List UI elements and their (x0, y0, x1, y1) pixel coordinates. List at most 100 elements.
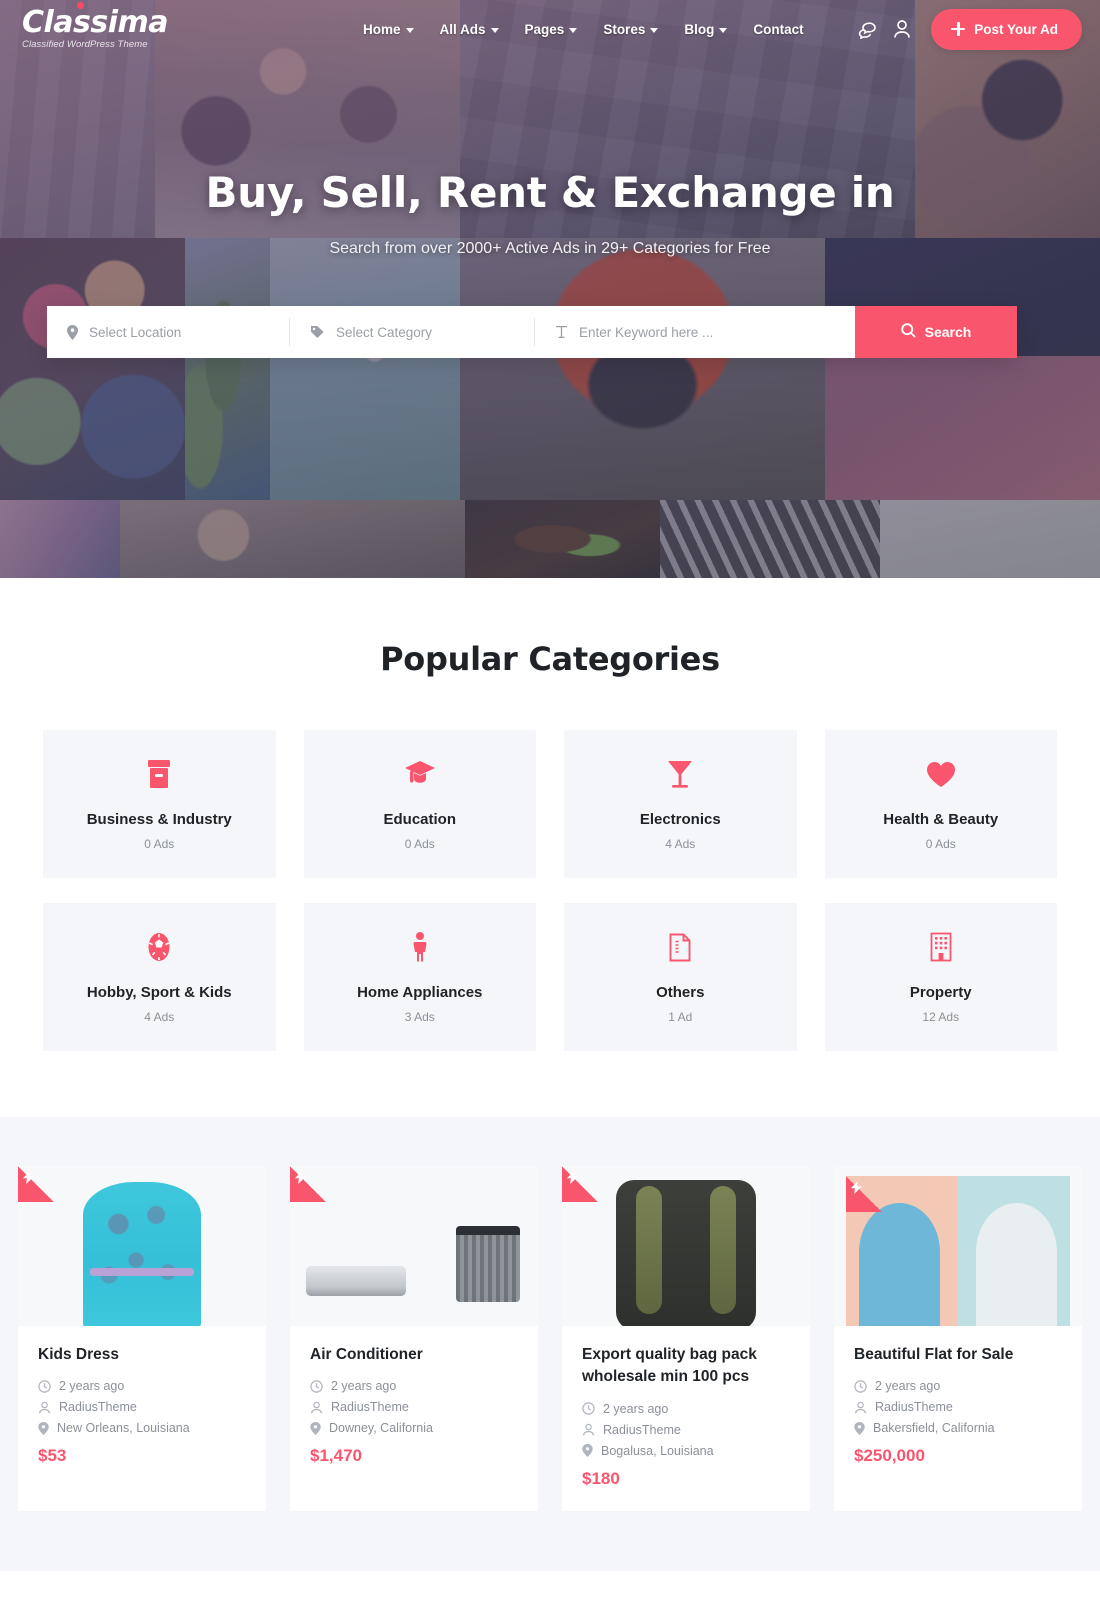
person-icon (411, 930, 429, 964)
tag-icon (310, 325, 325, 339)
category-name: Property (909, 984, 972, 1001)
nav-label: Blog (684, 21, 715, 37)
nav-item-blog[interactable]: Blog (684, 21, 728, 37)
nav-label: Home (363, 21, 401, 37)
text-cursor-icon (555, 325, 568, 339)
nav-label: Pages (524, 21, 565, 37)
nav-item-contact[interactable]: Contact (753, 22, 803, 37)
keyword-input[interactable]: Enter Keyword here ... (535, 306, 855, 358)
site-logo[interactable]: Classima Classified WordPress Theme (18, 2, 188, 51)
location-placeholder-text: Select Location (89, 324, 182, 340)
post-your-ad-button[interactable]: Post Your Ad (931, 8, 1082, 50)
ad-time-text: 2 years ago (603, 1401, 669, 1416)
category-placeholder-text: Select Category (336, 324, 433, 340)
backpack-photo (562, 1166, 810, 1326)
category-card-electronics[interactable]: Electronics 4 Ads (564, 730, 797, 878)
nav-label: Stores (603, 21, 646, 37)
hero-subtitle: Search from over 2000+ Active Ads in 29+… (329, 240, 771, 257)
nav-item-home[interactable]: Home (363, 22, 414, 37)
logo-tagline: Classified WordPress Theme (22, 39, 148, 51)
ad-card[interactable]: Air Conditioner 2 years ago RadiusTheme … (290, 1166, 538, 1511)
category-card-others[interactable]: Others 1 Ad (564, 903, 797, 1051)
featured-ads-section: Kids Dress 2 years ago RadiusTheme New O… (0, 1117, 1100, 1571)
category-count: 4 Ads (144, 1010, 175, 1024)
category-name: Others (656, 984, 705, 1001)
category-card-property[interactable]: Property 12 Ads (824, 903, 1057, 1051)
map-pin-icon (310, 1421, 321, 1435)
ad-author-text: RadiusTheme (331, 1400, 409, 1415)
ad-time: 2 years ago (854, 1379, 1062, 1393)
document-icon (669, 930, 691, 964)
ad-price: $250,000 (854, 1446, 925, 1466)
hero-title: Buy, Sell, Rent & Exchange in (205, 168, 895, 217)
heart-icon (926, 757, 956, 791)
ad-location: New Orleans, Louisiana (38, 1421, 246, 1435)
category-select[interactable]: Select Category (290, 306, 535, 358)
post-ad-label: Post Your Ad (974, 21, 1058, 37)
hero-section: Classima Classified WordPress Theme Home… (0, 0, 1100, 578)
search-bar: Select Location Select Category Enter Ke… (47, 306, 1017, 358)
ad-price: $180 (582, 1468, 620, 1488)
box-icon (146, 757, 172, 791)
category-card-business-industry[interactable]: Business & Industry 0 Ads (43, 730, 276, 878)
chat-bubbles-icon[interactable] (857, 20, 877, 39)
person-icon (38, 1401, 51, 1414)
category-card-education[interactable]: Education 0 Ads (303, 730, 536, 878)
ad-time: 2 years ago (38, 1379, 246, 1393)
chevron-down-icon (569, 27, 578, 33)
main-menu: Home All Ads Pages Stores Blog Contact (363, 22, 804, 37)
ad-details: Export quality bag pack wholesale min 10… (562, 1326, 810, 1511)
category-card-health-beauty[interactable]: Health & Beauty 0 Ads (824, 730, 1057, 878)
urgent-bolt-icon (18, 1166, 54, 1202)
clock-icon (582, 1402, 595, 1416)
clock-icon (854, 1380, 867, 1393)
ad-time-text: 2 years ago (331, 1379, 397, 1394)
user-account-icon[interactable] (893, 19, 911, 39)
location-select[interactable]: Select Location (47, 306, 290, 358)
ad-card[interactable]: Beautiful Flat for Sale 2 years ago Radi… (834, 1166, 1082, 1511)
product-image-art (83, 1182, 201, 1326)
nav-item-pages[interactable]: Pages (525, 22, 578, 37)
nav-item-stores[interactable]: Stores (603, 21, 659, 37)
ad-location: Bogalusa, Louisiana (582, 1444, 790, 1458)
popular-categories-section: Popular Categories Business & Industry 0… (0, 578, 1100, 1117)
ad-author: RadiusTheme (582, 1423, 790, 1437)
air-conditioner-photo (290, 1166, 538, 1326)
ad-author: RadiusTheme (310, 1400, 518, 1414)
ad-title: Export quality bag pack wholesale min 10… (582, 1346, 757, 1386)
person-icon (310, 1401, 323, 1414)
product-image-art (616, 1180, 756, 1326)
category-card-home-appliances[interactable]: Home Appliances 3 Ads (303, 903, 536, 1051)
ads-grid: Kids Dress 2 years ago RadiusTheme New O… (18, 1166, 1082, 1511)
map-pin-icon (582, 1444, 593, 1458)
chevron-down-icon (405, 27, 414, 33)
ad-card[interactable]: Kids Dress 2 years ago RadiusTheme New O… (18, 1166, 266, 1511)
cocktail-glass-icon (667, 757, 693, 791)
category-count: 0 Ads (404, 837, 435, 851)
ad-title: Beautiful Flat for Sale (854, 1346, 1014, 1363)
category-name: Home Appliances (357, 984, 483, 1001)
category-card-hobby-sport-kids[interactable]: Hobby, Sport & Kids 4 Ads (43, 903, 276, 1051)
category-name: Education (383, 811, 456, 828)
search-icon (900, 323, 916, 341)
ad-location: Bakersfield, California (854, 1421, 1062, 1435)
hero-overlay-tint (0, 0, 1100, 578)
chevron-down-icon (490, 27, 499, 33)
ad-card[interactable]: Export quality bag pack wholesale min 10… (562, 1166, 810, 1511)
football-icon (147, 930, 171, 964)
ad-details: Kids Dress 2 years ago RadiusTheme New O… (18, 1326, 266, 1488)
flat-doors-photo (834, 1166, 1082, 1326)
graduation-cap-icon (404, 757, 436, 791)
ad-price: $1,470 (310, 1446, 362, 1466)
top-navigation-bar: Classima Classified WordPress Theme Home… (0, 0, 1100, 58)
category-count: 4 Ads (665, 837, 696, 851)
category-count: 0 Ads (925, 837, 956, 851)
map-pin-icon (67, 324, 78, 340)
map-pin-icon (38, 1421, 49, 1435)
urgent-bolt-icon (562, 1166, 598, 1202)
category-count: 0 Ads (144, 837, 175, 851)
ad-location-text: Downey, California (329, 1421, 433, 1436)
search-button[interactable]: Search (855, 306, 1017, 358)
nav-item-all-ads[interactable]: All Ads (440, 22, 499, 37)
ad-time-text: 2 years ago (875, 1379, 941, 1394)
